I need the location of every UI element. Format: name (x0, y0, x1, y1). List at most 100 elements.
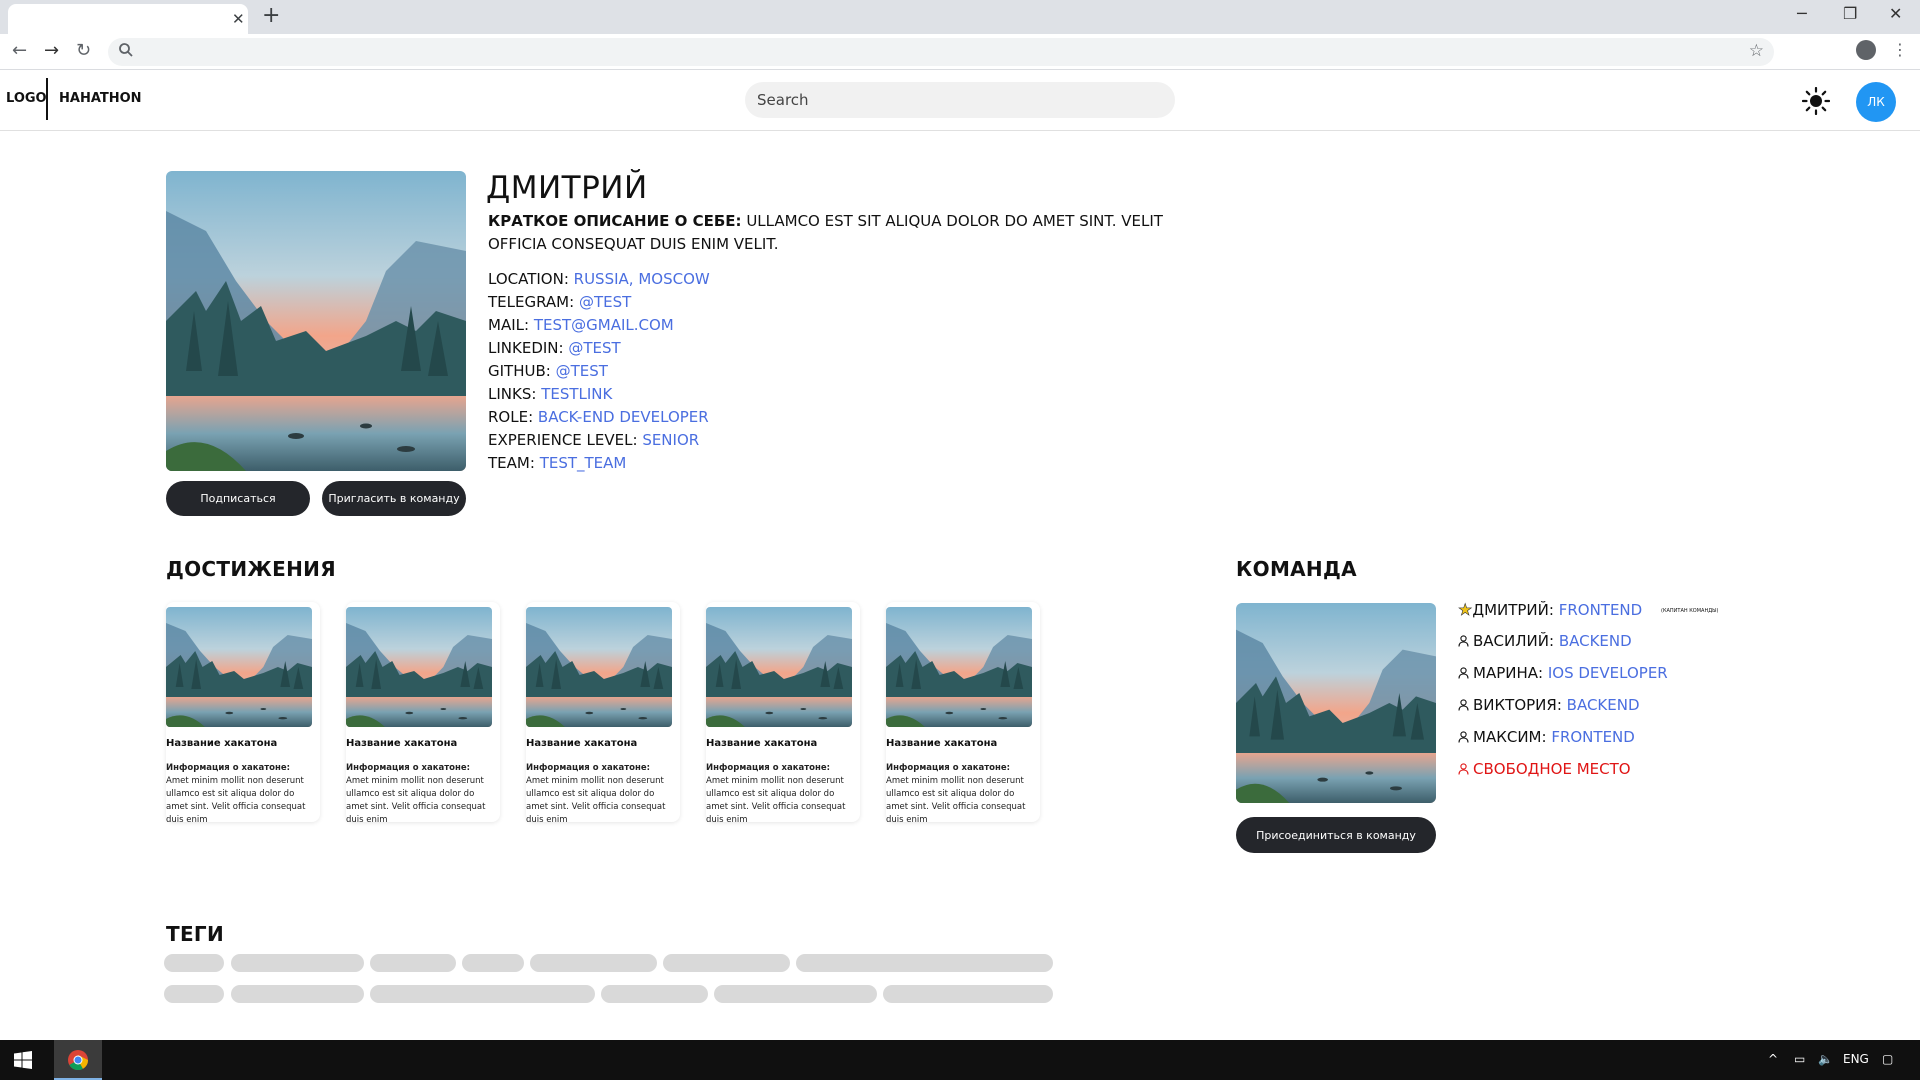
achievement-info: Информация о хакатоне: Amet minim mollit… (166, 762, 312, 827)
info-label: TELEGRAM: (488, 293, 575, 311)
member-name: ДМИТРИЙ: (1472, 601, 1554, 619)
subscribe-button[interactable]: Подписаться (166, 481, 310, 516)
tag-placeholder[interactable] (601, 985, 708, 1003)
tags-title: ТЕГИ (166, 922, 224, 946)
tag-placeholder[interactable] (231, 985, 364, 1003)
tag-placeholder[interactable] (796, 954, 1053, 972)
tag-placeholder[interactable] (714, 985, 877, 1003)
info-value-link[interactable]: RUSSIA, MOSCOW (574, 270, 710, 288)
achievement-image (166, 607, 312, 727)
team-member: МАКСИМ: FRONTEND (1458, 728, 1635, 746)
taskbar-chrome-button[interactable] (54, 1040, 102, 1080)
profile-photo (166, 171, 466, 471)
info-value-link[interactable]: BACK-END DEVELOPER (538, 408, 709, 426)
browser-profile-icon[interactable] (1856, 40, 1876, 60)
minimize-button[interactable]: ─ (1797, 4, 1807, 24)
tag-placeholder[interactable] (164, 985, 224, 1003)
achievement-info-label: Информация о хакатоне: (886, 763, 1011, 773)
member-role-link[interactable]: BACKEND (1559, 632, 1632, 650)
member-role-link[interactable]: BACKEND (1567, 696, 1640, 714)
achievement-image (526, 607, 672, 727)
info-value-link[interactable]: @TEST (556, 362, 608, 380)
tag-placeholder[interactable] (663, 954, 790, 972)
tag-placeholder[interactable] (883, 985, 1053, 1003)
tag-placeholder[interactable] (164, 954, 224, 972)
tag-placeholder[interactable] (231, 954, 364, 972)
restore-button[interactable]: ❐ (1843, 4, 1857, 24)
achievement-title: Название хакатона (706, 738, 818, 749)
logo-divider (46, 78, 48, 120)
network-icon[interactable]: ▭ (1794, 1051, 1805, 1067)
info-value-link[interactable]: TEST_TEAM (540, 454, 627, 472)
member-role-link[interactable]: FRONTEND (1551, 728, 1635, 746)
info-label: LINKS: (488, 385, 537, 403)
close-window-button[interactable]: ✕ (1889, 4, 1902, 24)
achievement-card[interactable]: Название хакатона Информация о хакатоне:… (886, 602, 1040, 825)
member-name: МАРИНА: (1473, 664, 1544, 682)
browser-menu-icon[interactable]: ⋮ (1892, 40, 1908, 60)
info-value-link[interactable]: @TEST (568, 339, 620, 357)
info-label: EXPERIENCE LEVEL: (488, 431, 638, 449)
info-label: ROLE: (488, 408, 534, 426)
team-member: МАРИНА: IOS DEVELOPER (1458, 664, 1668, 682)
team-member-captain: ★ДМИТРИЙ: FRONTEND (КАПИТАН КОМАНДЫ) (1458, 600, 1719, 620)
achievement-card[interactable]: Название хакатона Информация о хакатоне:… (706, 602, 860, 825)
achievement-card[interactable]: Название хакатона Информация о хакатоне:… (166, 602, 320, 825)
info-value-link[interactable]: TEST@GMAIL.COM (534, 316, 674, 334)
language-indicator[interactable]: ENG (1843, 1051, 1869, 1067)
new-tab-button[interactable]: + (262, 5, 280, 27)
info-value-link[interactable]: SENIOR (642, 431, 699, 449)
user-icon (1458, 731, 1469, 743)
reload-icon[interactable]: ↻ (76, 40, 91, 62)
tag-placeholder[interactable] (462, 954, 524, 972)
achievement-card[interactable]: Название хакатона Информация о хакатоне:… (346, 602, 500, 825)
member-name: МАКСИМ: (1473, 728, 1547, 746)
info-value-link[interactable]: TESTLINK (541, 385, 612, 403)
forward-arrow-icon[interactable]: → (44, 40, 59, 62)
search-input[interactable] (745, 82, 1175, 118)
info-value-link[interactable]: @TEST (579, 293, 631, 311)
info-telegram: TELEGRAM: @TEST (488, 291, 710, 314)
windows-start-icon[interactable] (14, 1051, 32, 1069)
free-slot-label: СВОБОДНОЕ МЕСТО (1473, 760, 1631, 778)
team-free-slot[interactable]: СВОБОДНОЕ МЕСТО (1458, 760, 1631, 778)
user-icon (1458, 763, 1469, 775)
volume-icon[interactable]: 🔈 (1818, 1051, 1833, 1067)
profile-name: ДМИТРИЙ (486, 170, 648, 206)
bookmark-star-icon[interactable]: ☆ (1749, 41, 1764, 61)
join-team-button[interactable]: Присоединиться в команду (1236, 817, 1436, 853)
tag-placeholder[interactable] (370, 985, 595, 1003)
member-role-link[interactable]: IOS DEVELOPER (1548, 664, 1668, 682)
tag-placeholder[interactable] (370, 954, 456, 972)
invite-to-team-button[interactable]: Пригласить в команду (322, 481, 466, 516)
theme-toggle-sun-icon[interactable] (1802, 87, 1830, 115)
browser-tab[interactable]: ✕ (8, 4, 248, 34)
info-label: LOCATION: (488, 270, 569, 288)
achievement-info-text: Amet minim mollit non deserunt ullamco e… (706, 776, 846, 825)
profile-info-list: LOCATION: RUSSIA, MOSCOW TELEGRAM: @TEST… (488, 268, 710, 475)
account-avatar[interactable]: ЛК (1856, 82, 1896, 122)
achievement-title: Название хакатона (346, 738, 458, 749)
achievement-title: Название хакатона (526, 738, 638, 749)
tag-placeholder[interactable] (530, 954, 657, 972)
info-label: LINKEDIN: (488, 339, 564, 357)
chrome-icon (68, 1050, 88, 1070)
notifications-icon[interactable]: ▢ (1882, 1051, 1893, 1067)
logo[interactable]: LOGO (6, 91, 47, 106)
address-bar[interactable]: ☆ (108, 38, 1774, 66)
info-experience: EXPERIENCE LEVEL: SENIOR (488, 429, 710, 452)
achievement-card[interactable]: Название хакатона Информация о хакатоне:… (526, 602, 680, 825)
tray-chevron-icon[interactable]: ^ (1768, 1051, 1778, 1067)
member-role-link[interactable]: FRONTEND (1559, 601, 1643, 619)
windows-taskbar: ^ ▭ 🔈 ENG ▢ (0, 1040, 1920, 1080)
achievement-info-label: Информация о хакатоне: (526, 763, 651, 773)
back-arrow-icon[interactable]: ← (12, 40, 27, 62)
star-icon: ★ (1458, 600, 1473, 620)
browser-toolbar: ← → ↻ ☆ ⋮ (0, 34, 1920, 70)
info-github: GITHUB: @TEST (488, 360, 710, 383)
info-label: TEAM: (488, 454, 535, 472)
achievements-title: ДОСТИЖЕНИЯ (166, 557, 336, 581)
app-name[interactable]: HAHATHON (59, 91, 142, 106)
team-photo (1236, 603, 1436, 803)
tab-close-icon[interactable]: ✕ (232, 11, 245, 27)
